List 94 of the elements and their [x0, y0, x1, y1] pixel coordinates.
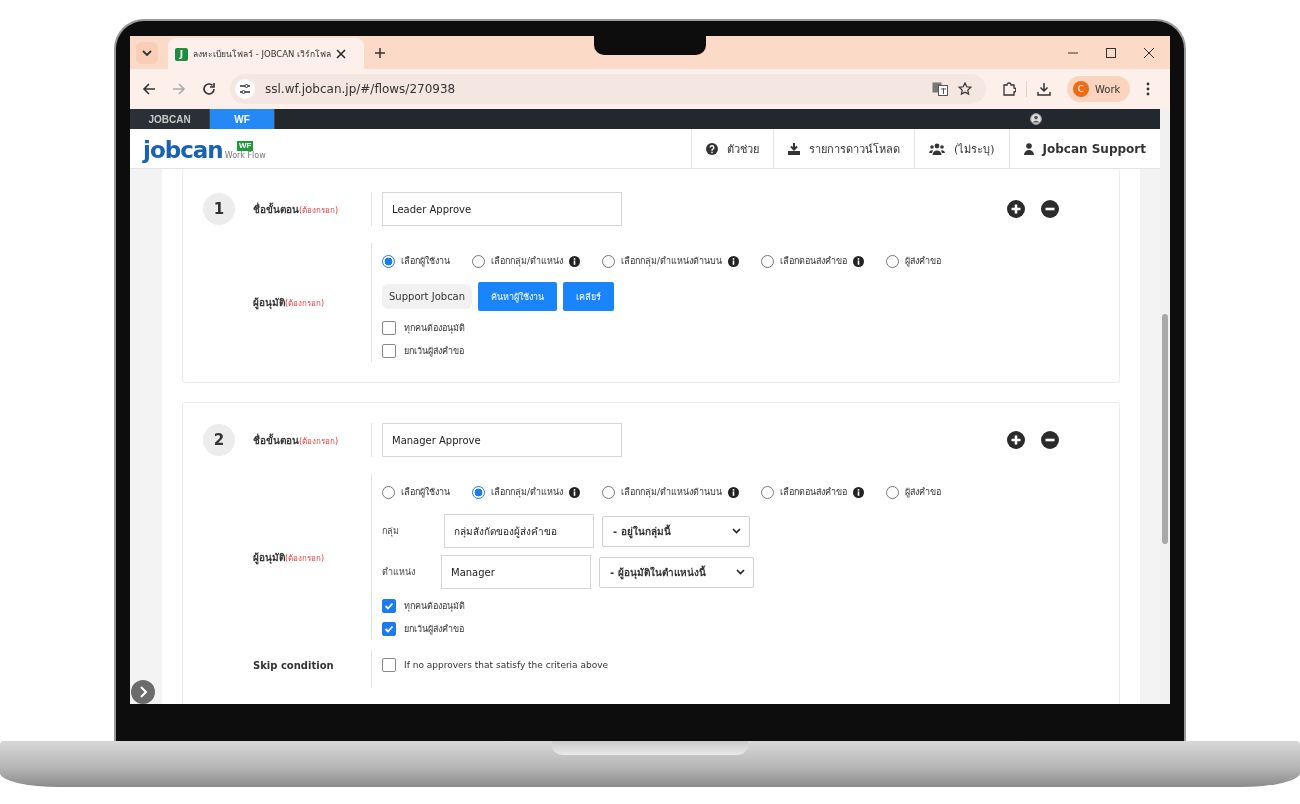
header-nav-item[interactable]: (ไม่ระบุ): [913, 129, 1009, 168]
info-icon[interactable]: [853, 255, 865, 267]
radio-label: เลือกกลุ่ม/ตำแหน่ง: [491, 486, 564, 499]
help-icon: [705, 142, 718, 155]
text-field[interactable]: Manager: [441, 555, 591, 589]
address-bar[interactable]: ssl.wf.jobcan.jp/#/flows/270938: [230, 74, 986, 104]
field-label: Skip condition: [253, 660, 334, 671]
close-icon[interactable]: [1144, 47, 1154, 58]
user-circle-icon[interactable]: [1030, 113, 1042, 125]
tab-title: ลงทะเบียนโฟลว์ - JOBCAN เวิร์กโฟล: [193, 48, 332, 61]
dropdown[interactable]: - ผู้อนุมัติในตำแหน่งนี้: [599, 556, 754, 588]
checkmark-icon: [384, 601, 394, 611]
chevron-down-icon: [736, 569, 745, 575]
dropdown[interactable]: - อยู่ในกลุ่มนี้: [602, 515, 750, 547]
info-icon[interactable]: [728, 255, 740, 267]
checkmark-icon: [384, 624, 394, 634]
maximize-icon[interactable]: [1106, 47, 1116, 58]
users-icon: [928, 142, 945, 155]
field-label: กลุ่ม: [382, 525, 400, 538]
step-name-field[interactable]: Leader Approve: [382, 192, 622, 226]
text-field[interactable]: กลุ่มสังกัดของผู้ส่งคำขอ: [444, 514, 594, 548]
info-icon[interactable]: [569, 486, 581, 498]
primary-button[interactable]: เคลียร์: [563, 282, 615, 311]
download-icon[interactable]: [1037, 82, 1051, 96]
reload-icon[interactable]: [202, 82, 216, 96]
url-text: ssl.wf.jobcan.jp/#/flows/270938: [265, 82, 456, 96]
browser-tab[interactable]: J ลงทะเบียนโฟลว์ - JOBCAN เวิร์กโฟล: [168, 37, 364, 71]
profile-button[interactable]: C Work: [1067, 76, 1131, 102]
logo-subtext: Work Flow: [224, 151, 266, 160]
info-icon[interactable]: [853, 486, 865, 498]
field-label: ผู้อนุมัติ: [253, 550, 285, 565]
checkbox-label: ทุกคนต้องอนุมัติ: [404, 322, 465, 335]
plus-circle-icon[interactable]: [1007, 200, 1025, 218]
step-number: 1: [203, 193, 235, 225]
checkbox-label: If no approvers that satisfy the criteria above: [404, 660, 609, 670]
info-icon[interactable]: [728, 486, 740, 498]
favicon: J: [175, 47, 188, 61]
radio-label: เลือกตอนส่งคำขอ: [780, 486, 848, 499]
minus-circle-icon[interactable]: [1041, 431, 1059, 449]
info-icon[interactable]: [569, 255, 581, 267]
puzzle-icon[interactable]: [1002, 82, 1016, 96]
checkbox-label: ยกเว้นผู้ส่งคำขอ: [404, 623, 464, 636]
back-arrow-icon[interactable]: [142, 82, 156, 96]
radio-button[interactable]: [382, 254, 395, 268]
tune-icon[interactable]: [235, 79, 255, 99]
step-number: 2: [203, 424, 235, 456]
checkbox[interactable]: [382, 658, 396, 672]
kebab-menu-icon[interactable]: [1146, 82, 1151, 96]
radio-label: เลือกผู้ใช้งาน: [401, 255, 450, 268]
primary-button[interactable]: ค้นหาผู้ใช้งาน: [478, 282, 558, 311]
header-nav-item[interactable]: ตัวช่วย: [690, 129, 773, 168]
plus-circle-icon[interactable]: [1007, 431, 1025, 449]
close-icon[interactable]: [336, 49, 347, 59]
checkbox-label: ยกเว้นผู้ส่งคำขอ: [404, 345, 464, 358]
step-name-field[interactable]: Manager Approve: [382, 423, 622, 457]
app-tab[interactable]: WF: [210, 109, 275, 129]
scrollbar-thumb[interactable]: [1162, 314, 1168, 544]
header-nav-item[interactable]: รายการดาวน์โหลด: [772, 129, 914, 168]
radio-label: เลือกผู้ใช้งาน: [401, 486, 450, 499]
download-icon: [787, 142, 800, 155]
field-label: ชื่อขั้นตอน: [253, 432, 299, 448]
radio-button[interactable]: [472, 485, 485, 499]
star-icon[interactable]: [958, 82, 972, 96]
radio-label: เลือกกลุ่ม/ตำแหน่ง: [491, 255, 564, 268]
user-icon: [1023, 142, 1034, 155]
minus-circle-icon[interactable]: [1041, 200, 1059, 218]
radio-label: เลือกตอนส่งคำขอ: [780, 255, 848, 268]
field-label: ผู้อนุมัติ: [253, 296, 285, 310]
radio-label: เลือกกลุ่ม/ตำแหน่งด้านบน: [621, 255, 723, 268]
required-note: (ต้องกรอก): [299, 436, 339, 448]
chevron-down-icon[interactable]: [136, 41, 158, 64]
radio-label: ผู้ส่งคำขอ: [905, 486, 942, 499]
checkbox-label: ทุกคนต้องอนุมัติ: [404, 600, 465, 613]
profile-avatar: C: [1073, 81, 1089, 97]
field-label: ชื่อขั้นตอน: [253, 201, 299, 217]
logo-wordmark[interactable]: jobcan: [143, 138, 223, 162]
chevron-right-icon[interactable]: [131, 680, 155, 704]
chevron-down-icon: [732, 528, 741, 534]
checkbox[interactable]: [382, 599, 396, 613]
logo-badge: WF: [237, 141, 254, 151]
checkbox[interactable]: [382, 622, 396, 636]
checkbox[interactable]: [382, 344, 396, 358]
translate-icon[interactable]: [932, 82, 948, 96]
app-tab[interactable]: JOBCAN: [130, 109, 210, 129]
required-note: (ต้องกรอก): [299, 205, 339, 217]
checkbox[interactable]: [382, 321, 396, 335]
required-note: (ต้องกรอก): [285, 553, 325, 563]
radio-label: ผู้ส่งคำขอ: [905, 255, 942, 268]
radio-label: เลือกกลุ่ม/ตำแหน่งด้านบน: [621, 486, 723, 499]
selected-user-chip: Support Jobcan: [382, 284, 473, 309]
scrollbar[interactable]: [1160, 109, 1170, 704]
required-note: (ต้องกรอก): [285, 299, 325, 308]
plus-icon[interactable]: [374, 46, 386, 59]
field-label: ตำแหน่ง: [382, 566, 416, 579]
